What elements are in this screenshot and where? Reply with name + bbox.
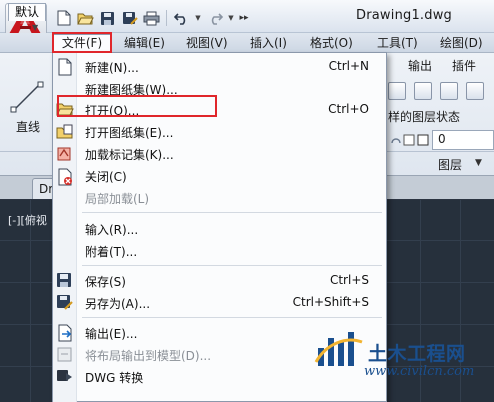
save-as-icon [122, 11, 138, 25]
qat-new-button[interactable] [54, 9, 73, 28]
undo-icon [173, 13, 185, 25]
file-menu-item-partial-load: 局部加载(L) [85, 192, 150, 206]
close-file-icon [58, 168, 72, 186]
tab-default[interactable]: 默认 [8, 3, 47, 21]
file-menu-item-save-as[interactable]: 另存为(A)... Ctrl+Shift+S [77, 292, 385, 314]
print-icon [143, 11, 160, 25]
layer-panel-title: 图层 [438, 158, 463, 172]
file-menu-item-load-markup-set[interactable]: 加载标记集(K)... [77, 143, 385, 165]
chevron-down-icon[interactable]: ▼ [475, 158, 482, 168]
redo-dropdown-icon[interactable]: ▼ [227, 9, 235, 28]
new-file-icon [58, 58, 72, 76]
file-menu-item-import[interactable]: 输入(R)... [77, 218, 385, 240]
qat-save-button[interactable] [98, 9, 117, 28]
menu-format[interactable]: 格式(O) [310, 35, 353, 51]
qat-more-icon[interactable]: ▸▸ [238, 9, 250, 28]
menu-edit[interactable]: 编辑(E) [124, 35, 165, 51]
menu-separator [82, 212, 382, 213]
dwg-convert-icon [57, 370, 72, 381]
menu-insert[interactable]: 插入(I) [250, 35, 287, 51]
chevron-down-icon: ▼ [32, 23, 39, 32]
watermark-title: 土木工程网 [368, 343, 466, 365]
quick-access-toolbar: ▼ ▼ ▸▸ [54, 7, 250, 29]
watermark-logo-icon [314, 332, 363, 366]
grid-line [30, 200, 31, 402]
qat-redo-button[interactable] [205, 9, 224, 28]
save-as-icon [57, 295, 73, 310]
qat-print-button[interactable] [142, 9, 161, 28]
menu-separator [82, 317, 382, 318]
save-icon [57, 273, 71, 287]
layer-tool-button[interactable] [414, 82, 432, 100]
markup-set-icon [57, 147, 71, 161]
menu-separator [82, 265, 382, 266]
tab-plugins[interactable]: 插件 [452, 57, 476, 74]
layer-tool-button[interactable] [388, 82, 406, 100]
layer-state-label[interactable]: 样的图层状态 [388, 108, 460, 125]
menu-view[interactable]: 视图(V) [186, 35, 228, 51]
open-sheet-set-icon [56, 124, 73, 139]
file-menu-item-save[interactable]: 保存(S) Ctrl+S [77, 270, 385, 292]
menu-tools[interactable]: 工具(T) [377, 35, 418, 51]
qat-save-as-button[interactable] [120, 9, 139, 28]
window-title: Drawing1.dwg [356, 8, 452, 23]
export-icon [58, 324, 72, 342]
save-icon [101, 11, 114, 25]
qat-undo-button[interactable] [172, 9, 191, 28]
file-menu-item-close[interactable]: 关闭(C) [77, 165, 385, 187]
layer-tool-button[interactable] [466, 82, 484, 100]
layer-tool-button[interactable] [440, 82, 458, 100]
viewport-label[interactable]: [-][俯视 [8, 212, 47, 228]
undo-dropdown-icon[interactable]: ▼ [194, 9, 202, 28]
open-folder-icon [77, 13, 94, 25]
qat-open-button[interactable] [76, 9, 95, 28]
layer-current-value: 0 [438, 132, 446, 146]
open-item-highlight-box [57, 95, 217, 117]
file-menu-highlight-box [52, 32, 112, 53]
file-menu-item-attach[interactable]: 附着(T)... [77, 240, 385, 262]
layer-status-icons [391, 134, 429, 146]
redo-icon [211, 13, 223, 25]
line-tool-label: 直线 [16, 120, 41, 134]
file-menu-item-new[interactable]: 新建(N)... Ctrl+N [77, 56, 385, 78]
toolbar-separator [166, 10, 167, 26]
watermark-url: www.civilcn.com [364, 364, 475, 379]
export-layout-icon [57, 347, 72, 362]
new-file-icon [57, 10, 71, 26]
menu-draw[interactable]: 绘图(D) [440, 35, 483, 51]
file-menu-item-open-sheet-set[interactable]: 打开图纸集(E)... [77, 121, 385, 143]
tab-output[interactable]: 输出 [408, 57, 432, 74]
